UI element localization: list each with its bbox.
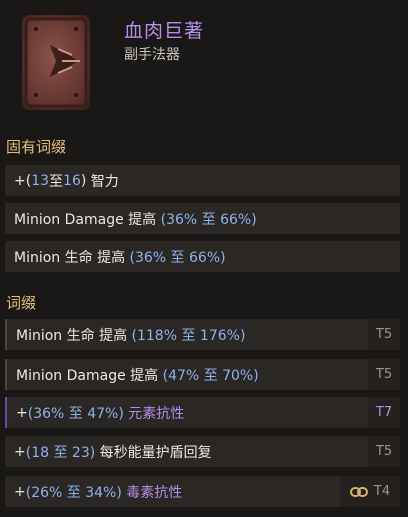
affix-text: Minion Damage 提高	[16, 367, 163, 384]
tier-label: T4	[373, 484, 391, 499]
tier-badge: T5	[368, 359, 400, 390]
affix-range: (36% 至 66%)	[160, 211, 257, 228]
range-sep: 至	[49, 173, 64, 190]
affix-stat: 每秒能量护盾回复	[95, 444, 212, 461]
affix-stat: 智力	[90, 173, 119, 190]
affix-row[interactable]: + (26% 至 34%) 毒素抗性 T4	[5, 476, 400, 507]
affix-range: (18 至 23)	[25, 444, 96, 461]
item-name: 血肉巨著	[124, 20, 205, 42]
affix-prefix: +(	[14, 172, 32, 189]
affix-range: (36% 至 47%)	[27, 405, 124, 422]
flesh-tome-icon	[22, 15, 90, 110]
implicit-section-title: 固有词缀	[6, 138, 67, 156]
affix-row[interactable]: + (36% 至 47%) 元素抗性 T7	[5, 397, 400, 428]
affix-row[interactable]: + (18 至 23) 每秒能量护盾回复 T5	[5, 436, 400, 467]
tier-badge: T5	[368, 436, 400, 467]
affix-range: (118% 至 176%)	[131, 327, 246, 344]
affix-stat: 元素抗性	[123, 405, 185, 422]
affix-suffix: )	[80, 172, 91, 189]
affix-text: Minion 生命 提高	[14, 249, 130, 266]
range-low: 13	[31, 172, 50, 189]
tier-badge[interactable]: T4	[340, 476, 400, 507]
affix-text: Minion Damage 提高	[14, 211, 161, 228]
affix-row[interactable]: Minion Damage 提高 (47% 至 70%) T5	[5, 359, 400, 390]
affix-section-title: 词缀	[6, 294, 37, 312]
tier-badge: T7	[368, 397, 400, 428]
implicit-row[interactable]: Minion 生命 提高 (36% 至 66%)	[5, 241, 400, 272]
affix-prefix: +	[16, 404, 28, 421]
item-type: 副手法器	[124, 47, 180, 63]
item-header: 血肉巨著 副手法器	[0, 0, 408, 128]
link-icon	[349, 486, 368, 497]
range-high: 16	[63, 172, 81, 189]
affix-range: (36% 至 66%)	[129, 249, 226, 266]
affix-range: (26% 至 34%)	[25, 484, 122, 501]
tier-badge: T5	[368, 319, 400, 350]
affix-prefix: +	[14, 483, 26, 500]
affix-text: Minion 生命 提高	[16, 327, 132, 344]
affix-prefix: +	[14, 443, 26, 460]
affix-row[interactable]: Minion 生命 提高 (118% 至 176%) T5	[5, 319, 400, 350]
affix-range: (47% 至 70%)	[162, 367, 259, 384]
implicit-row[interactable]: +(13 至 16) 智力	[5, 165, 400, 196]
affix-stat: 毒素抗性	[121, 484, 183, 501]
implicit-row[interactable]: Minion Damage 提高 (36% 至 66%)	[5, 203, 400, 234]
